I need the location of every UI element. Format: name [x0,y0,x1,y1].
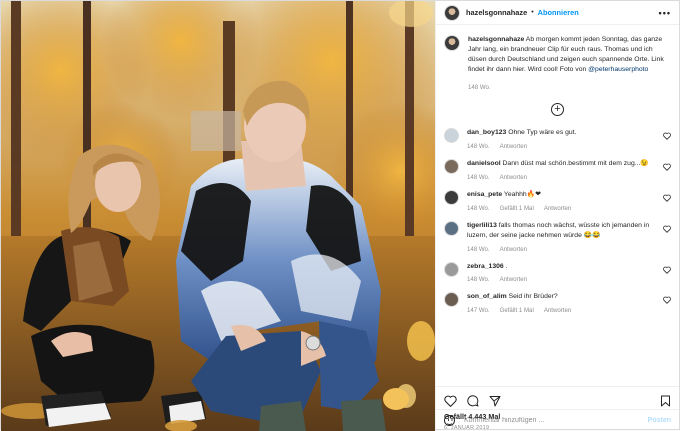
avatar[interactable] [444,190,459,206]
comment-username[interactable]: zebra_1306 [467,263,504,270]
comment-time[interactable]: 148 Wo. [467,143,490,150]
comment-text: dan_boy123 Ohne Typ wäre es gut. [467,128,667,138]
comment-body: Yeahhh🔥❤ [503,191,541,199]
reply-button[interactable]: Antworten [544,205,571,212]
caption-link[interactable]: @peterhauserphoto [588,66,648,73]
comment-username[interactable]: son_of_alim [467,293,507,300]
caption-time[interactable]: 148 Wo. [468,84,491,91]
reply-button[interactable]: Antworten [500,174,527,181]
comment-heart-icon[interactable] [663,296,671,305]
emoji-icon[interactable] [444,415,455,426]
comment-time[interactable]: 148 Wo. [467,246,490,253]
load-more-comments: + [444,103,671,117]
header-username[interactable]: hazelsgonnahaze [466,8,527,17]
comment-time[interactable]: 148 Wo. [467,174,490,181]
avatar[interactable] [444,4,460,21]
comment-body: Seid ihr Brüder? [508,293,558,301]
comment-list: dan_boy123 Ohne Typ wäre es gut. 148 Wo.… [444,128,671,314]
post-header: hazelsgonnahaze • Abonnieren ••• [436,1,679,25]
caption-username[interactable]: hazelsgonnahaze [468,36,524,43]
comment-username[interactable]: dan_boy123 [467,129,506,136]
comment-input[interactable] [464,417,648,424]
comment-username[interactable]: enisa_pete [467,191,502,198]
comment-heart-icon[interactable] [663,132,671,141]
comment-text: enisa_pete Yeahhh🔥❤ [467,190,667,200]
scroll-fade [436,376,679,386]
reply-button[interactable]: Antworten [500,276,527,283]
reply-button[interactable]: Antworten [544,307,571,314]
comment-time[interactable]: 147 Wo. [467,307,490,314]
more-options-icon[interactable]: ••• [659,8,671,18]
avatar[interactable] [444,128,459,144]
comment-time[interactable]: 148 Wo. [467,205,490,212]
comment: tigerlili13 falls thomas noch wächst, wü… [444,220,671,253]
comment-username[interactable]: danielsool [467,160,501,167]
comment-text: zebra_1306 . [467,262,667,272]
comment-text: son_of_alim Seid ihr Brüder? [467,292,667,302]
bookmark-icon[interactable] [660,395,671,407]
comment-body: . [505,262,508,270]
comment: danielsool Dann düst mal schön.bestimmt … [444,159,671,181]
plus-circle-icon[interactable]: + [551,103,564,117]
comment-heart-icon[interactable] [663,266,671,274]
post-photo[interactable] [1,1,435,431]
comment-likes[interactable]: Gefällt 1 Mal [500,205,534,212]
comment: dan_boy123 Ohne Typ wäre es gut. 148 Wo.… [444,128,671,150]
post-comment-button[interactable]: Posten [648,417,671,424]
comment-username[interactable]: tigerlili13 [467,222,497,229]
comment-meta: 148 Wo. Antworten [467,143,667,150]
heart-icon[interactable] [444,395,457,407]
instagram-post: hazelsgonnahaze • Abonnieren ••• hazelsg… [0,0,680,431]
comment-body: Ohne Typ wäre es gut. [508,129,577,137]
follow-button[interactable]: Abonnieren [538,8,579,17]
caption-text: hazelsgonnahaze Ab morgen kommt jeden So… [468,35,671,74]
comment-text: tigerlili13 falls thomas noch wächst, wü… [467,221,667,241]
avatar[interactable] [444,220,459,236]
reply-button[interactable]: Antworten [500,246,527,253]
comment-body: Dann düst mal schön.bestimmt mit dem zug… [502,160,649,168]
separator-dot: • [531,9,534,16]
autumn-portrait-photo [1,1,435,431]
comment-meta: 148 Wo. Antworten [467,276,667,283]
comment: enisa_pete Yeahhh🔥❤ 148 Wo. Gefällt 1 Ma… [444,190,671,212]
comment-meta: 148 Wo. Antworten [467,246,667,253]
comment-meta: 147 Wo. Gefällt 1 Mal Antworten [467,307,667,314]
comment-time[interactable]: 148 Wo. [467,276,490,283]
comment-heart-icon[interactable] [663,225,671,233]
share-icon[interactable] [489,395,501,407]
avatar[interactable] [444,292,459,308]
comment-meta: 148 Wo. Antworten [467,174,667,181]
comment-heart-icon[interactable] [663,163,671,172]
reply-button[interactable]: Antworten [500,143,527,150]
caption-meta: 148 Wo. [468,84,671,91]
comment: son_of_alim Seid ihr Brüder? 147 Wo. Gef… [444,292,671,314]
comment-likes[interactable]: Gefällt 1 Mal [500,307,534,314]
caption: hazelsgonnahaze Ab morgen kommt jeden So… [444,35,671,91]
post-sidebar: hazelsgonnahaze • Abonnieren ••• hazelsg… [435,1,679,431]
avatar[interactable] [444,261,459,277]
avatar[interactable] [444,35,460,51]
add-comment-bar: Posten [436,409,679,431]
comments-scroll-area[interactable]: hazelsgonnahaze Ab morgen kommt jeden So… [436,25,679,386]
comment-meta: 148 Wo. Gefällt 1 Mal Antworten [467,205,667,212]
comment: zebra_1306 . 148 Wo. Antworten [444,261,671,283]
comment-icon[interactable] [467,394,479,407]
avatar[interactable] [444,159,459,175]
comment-heart-icon[interactable] [663,194,671,202]
comment-text: danielsool Dann düst mal schön.bestimmt … [467,159,667,169]
